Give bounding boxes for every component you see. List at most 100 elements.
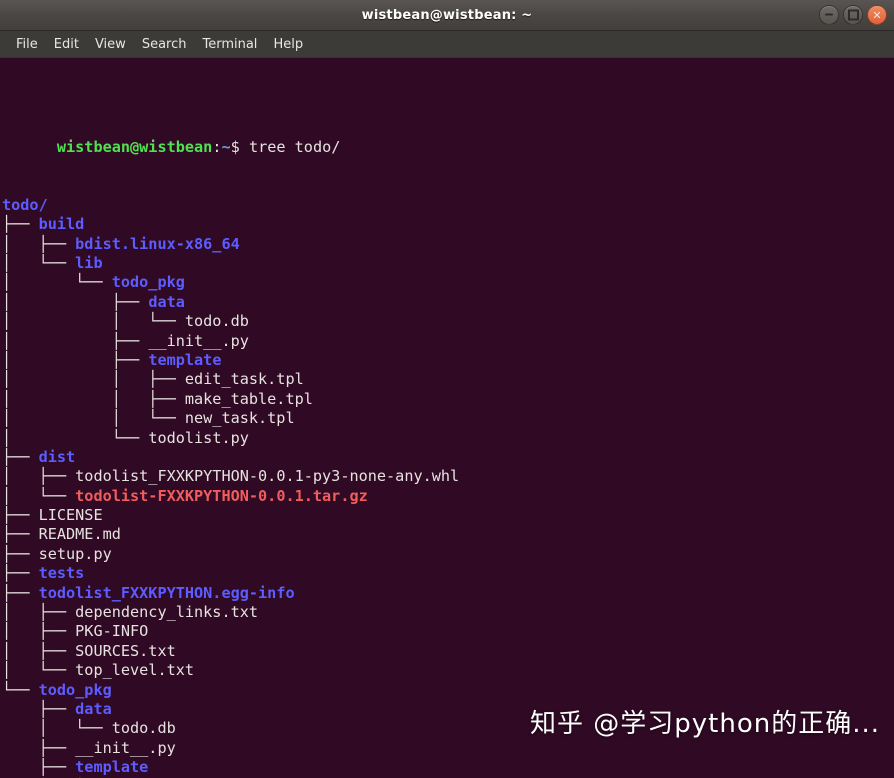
tree-file-name: SOURCES.txt xyxy=(75,641,176,660)
tree-line: │ ├── __init__.py xyxy=(2,332,894,351)
tree-branch-glyph: │ └── xyxy=(2,719,112,738)
tree-branch-glyph: │ │ ├── xyxy=(2,370,185,389)
tree-directory-name: data xyxy=(148,292,185,311)
tree-file-name: README.md xyxy=(38,525,121,544)
tree-line: │ └── top_level.txt xyxy=(2,661,894,680)
minimize-button[interactable] xyxy=(819,5,839,25)
tree-branch-glyph: ├── xyxy=(2,583,39,602)
tree-directory-name: data xyxy=(75,699,112,718)
tree-branch-glyph: │ └── xyxy=(2,661,76,680)
tree-branch-glyph: ├── xyxy=(2,564,39,583)
tree-file-name: __init__.py xyxy=(75,738,176,757)
tree-branch-glyph: │ └── xyxy=(2,428,149,447)
tree-line: ├── dist xyxy=(2,448,894,467)
tree-branch-glyph: ├── xyxy=(2,506,39,525)
tree-line: ├── setup.py xyxy=(2,545,894,564)
tree-file-name: dependency_links.txt xyxy=(75,603,259,622)
tree-file-name: todolist-FXXKPYTHON-0.0.1.tar.gz xyxy=(75,486,368,505)
tree-line: │ ├── dependency_links.txt xyxy=(2,603,894,622)
tree-file-name: new_task.tpl xyxy=(184,409,295,428)
prompt-user-host: wistbean@wistbean xyxy=(56,137,213,156)
tree-branch-glyph: │ ├── xyxy=(2,467,76,486)
tree-file-name: make_table.tpl xyxy=(184,389,313,408)
tree-directory-name: build xyxy=(38,215,85,234)
tree-branch-glyph: │ ├── xyxy=(2,350,149,369)
close-button[interactable]: ✕ xyxy=(867,5,887,25)
tree-branch-glyph: │ ├── xyxy=(2,331,149,350)
maximize-icon xyxy=(847,9,859,20)
menu-item-file[interactable]: File xyxy=(8,35,46,54)
tree-branch-glyph: │ ├── xyxy=(2,292,149,311)
tree-branch-glyph: ├── xyxy=(2,525,39,544)
tree-line: │ │ └── new_task.tpl xyxy=(2,409,894,428)
tree-directory-name: template xyxy=(75,758,149,777)
tree-line: │ └── lib xyxy=(2,254,894,273)
tree-line: │ └── todolist-FXXKPYTHON-0.0.1.tar.gz xyxy=(2,487,894,506)
tree-line: ├── template xyxy=(2,758,894,777)
tree-branch-glyph: │ ├── xyxy=(2,641,76,660)
tree-file-name: PKG-INFO xyxy=(75,622,149,641)
tree-line: ├── README.md xyxy=(2,525,894,544)
title-bar[interactable]: wistbean@wistbean: ~ ✕ xyxy=(0,0,894,31)
tree-line: ├── build xyxy=(2,215,894,234)
tree-branch-glyph: ├── xyxy=(2,758,76,777)
tree-file-name: __init__.py xyxy=(148,331,249,350)
tree-line: │ ├── template xyxy=(2,351,894,370)
tree-file-name: todo.db xyxy=(111,719,176,738)
tree-line: ├── LICENSE xyxy=(2,506,894,525)
window-controls: ✕ xyxy=(819,0,887,30)
tree-file-name: todolist_FXXKPYTHON-0.0.1-py3-none-any.w… xyxy=(75,467,460,486)
tree-line: │ ├── SOURCES.txt xyxy=(2,642,894,661)
tree-branch-glyph: ├── xyxy=(2,738,76,757)
tree-branch-glyph: │ ├── xyxy=(2,622,76,641)
tree-line: │ └── todo_pkg xyxy=(2,273,894,292)
tree-branch-glyph: ├── xyxy=(2,544,39,563)
tree-file-name: LICENSE xyxy=(38,506,103,525)
tree-branch-glyph: │ │ └── xyxy=(2,409,185,428)
command-line: wistbean@wistbean:~$ tree todo/ xyxy=(2,118,894,156)
tree-file-name: setup.py xyxy=(38,544,112,563)
menu-item-search[interactable]: Search xyxy=(134,35,195,54)
tree-directory-name: tests xyxy=(38,564,85,583)
tree-branch-glyph: ├── xyxy=(2,447,39,466)
prompt-sigil: $ xyxy=(230,137,240,156)
maximize-button[interactable] xyxy=(843,5,863,25)
close-icon: ✕ xyxy=(872,8,882,22)
tree-file-name: edit_task.tpl xyxy=(184,370,304,389)
tree-line: │ ├── bdist.linux-x86_64 xyxy=(2,235,894,254)
minimize-icon xyxy=(825,13,833,16)
tree-branch-glyph: │ └── xyxy=(2,254,76,272)
tree-directory-name: todo_pkg xyxy=(111,273,185,292)
tree-line: │ └── todo.db xyxy=(2,719,894,738)
tree-branch-glyph: └── xyxy=(2,680,39,699)
tree-line: │ │ └── todo.db xyxy=(2,312,894,331)
tree-line: │ ├── data xyxy=(2,293,894,312)
tree-file-name: top_level.txt xyxy=(75,661,195,680)
menu-item-view[interactable]: View xyxy=(87,35,134,54)
tree-branch-glyph: ├── xyxy=(2,215,39,234)
terminal-output-area[interactable]: wistbean@wistbean:~$ tree todo/ todo/├──… xyxy=(0,58,894,778)
tree-line: ├── __init__.py xyxy=(2,739,894,758)
tree-branch-glyph: │ └── xyxy=(2,486,76,505)
tree-output: todo/├── build │ ├── bdist.linux-x86_64 │ … xyxy=(2,196,894,778)
menu-item-terminal[interactable]: Terminal xyxy=(194,35,265,54)
tree-directory-name: todo_pkg xyxy=(38,680,112,699)
tree-directory-name: bdist.linux-x86_64 xyxy=(75,234,240,253)
tree-line: ├── todolist_FXXKPYTHON.egg-info xyxy=(2,584,894,603)
tree-directory-name: template xyxy=(148,350,222,369)
tree-line: │ └── todolist.py xyxy=(2,429,894,448)
menu-item-help[interactable]: Help xyxy=(265,35,311,54)
tree-file-name: todo.db xyxy=(184,312,249,331)
tree-line: ├── data xyxy=(2,700,894,719)
tree-directory-name: dist xyxy=(38,447,76,466)
tree-file-name: todolist.py xyxy=(148,428,249,447)
tree-line: │ ├── PKG-INFO xyxy=(2,622,894,641)
tree-line: │ │ ├── edit_task.tpl xyxy=(2,370,894,389)
tree-directory-name: lib xyxy=(75,254,103,272)
menu-bar: File Edit View Search Terminal Help xyxy=(0,31,894,58)
menu-item-edit[interactable]: Edit xyxy=(46,35,87,54)
tree-line: └── todo_pkg xyxy=(2,681,894,700)
tree-branch-glyph: │ │ └── xyxy=(2,312,185,331)
tree-branch-glyph: ├── xyxy=(2,699,76,718)
tree-line: ├── tests xyxy=(2,564,894,583)
